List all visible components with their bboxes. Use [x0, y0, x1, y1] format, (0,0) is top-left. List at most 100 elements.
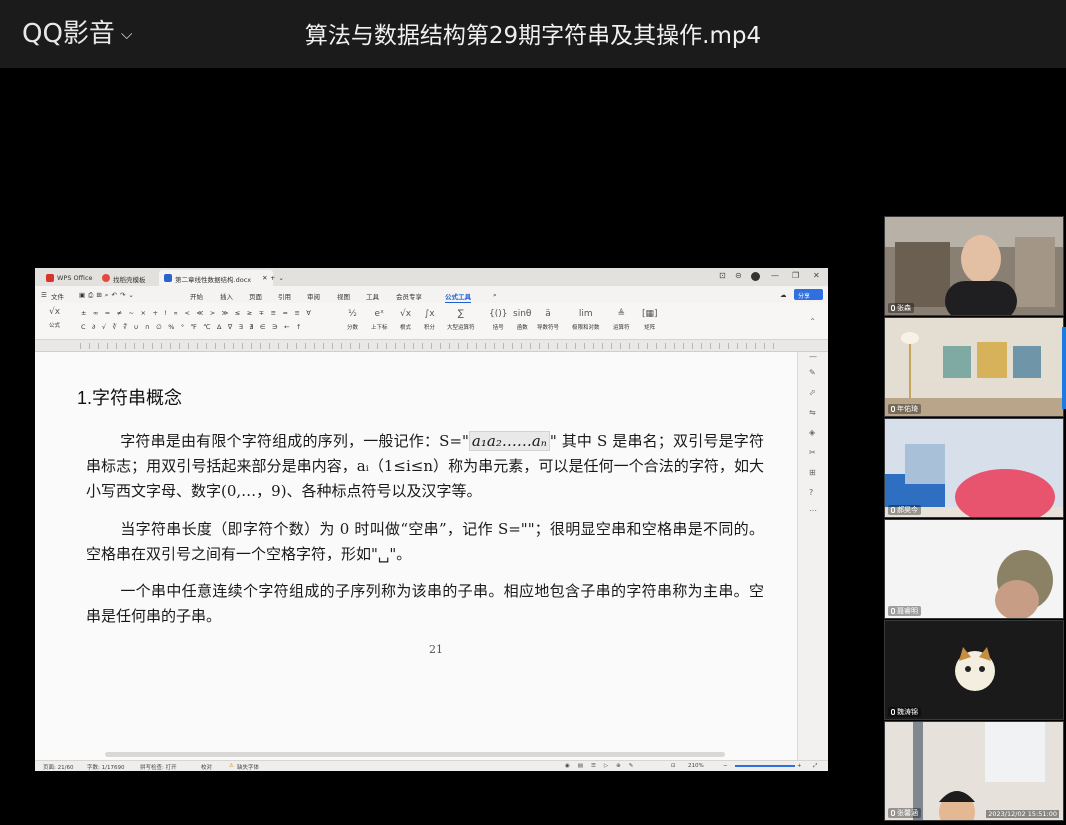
search-icon[interactable]: ⌕	[493, 291, 497, 300]
ribbon-fraction[interactable]: ½ 分数	[347, 309, 358, 331]
wps-window: WPS Office 找稻壳模板 第二章线性数据结构.docx ✕ + ⌄ ⊡ …	[35, 268, 828, 771]
participant-tile[interactable]: 魏涛锦	[884, 620, 1064, 720]
maximize-icon[interactable]: ❐	[792, 271, 799, 280]
menu-home[interactable]: 开始	[190, 291, 203, 301]
tools-icon[interactable]: ✂	[809, 448, 816, 457]
symbol-row-1[interactable]: ± ∞ = ≠ ~ × + ! ∝ < ≪ > ≫ ≤ ≥ ∓ ≅ ≈ ≡ ∀	[81, 309, 313, 317]
quick-access-icons[interactable]: ▣⎙⊞⌕↶↷⌄	[79, 291, 137, 300]
participant-tile[interactable]: 年佑琦	[884, 317, 1064, 417]
menu-reference[interactable]: 引用	[278, 291, 291, 301]
name-text: 郝昊今	[897, 506, 918, 514]
word-count[interactable]: 字数: 1/17690	[87, 763, 124, 771]
player-title-bar: QQ影音 ⌵ 算法与数据结构第29期字符串及其操作.mp4	[0, 0, 1066, 68]
formula-icon: √x	[49, 307, 61, 317]
participant-name: 聂睿明	[888, 606, 921, 616]
ribbon-limit[interactable]: lim 极限和对数	[572, 309, 600, 331]
zoom-in-icon[interactable]: +	[797, 763, 802, 769]
participant-tile[interactable]: 张森	[884, 216, 1064, 316]
menu-insert[interactable]: 插入	[220, 291, 233, 301]
menu-tools[interactable]: 工具	[366, 291, 379, 301]
hamburger-icon[interactable]: ☰	[41, 291, 47, 299]
menu-review[interactable]: 审阅	[307, 291, 320, 301]
fit-icon[interactable]: ⊡	[671, 763, 676, 769]
proofread[interactable]: 校对	[201, 763, 212, 771]
minimize-icon[interactable]: —	[771, 271, 779, 280]
zoom-out-icon[interactable]: −	[723, 763, 728, 769]
participant-avatar	[885, 621, 1063, 719]
tab-wps-office[interactable]: WPS Office	[41, 270, 98, 286]
ribbon-label: 大型运算符	[447, 325, 475, 331]
ribbon-bracket[interactable]: {()} 括号	[489, 309, 507, 331]
menu-view[interactable]: 视图	[337, 291, 350, 301]
document-page[interactable]: 1.字符串概念 字符串是由有限个字符组成的序列，一般记作：S=" a₁a₂……aₙ…	[35, 352, 797, 760]
share-button[interactable]: 分享	[794, 289, 823, 300]
fullscreen-icon[interactable]: ⤢	[813, 763, 817, 770]
cloud-icon[interactable]: ☁	[780, 291, 787, 299]
menu-file[interactable]: 文件	[51, 291, 64, 301]
tab-label: WPS Office	[57, 274, 93, 282]
spell-check[interactable]: 拼写检查: 打开	[140, 763, 177, 771]
menu-formula-tools[interactable]: 公式工具	[445, 291, 471, 303]
paragraph-3: 一个串中任意连续个字符组成的子序列称为该串的子串。相应地包含子串的字符串称为主串…	[86, 579, 764, 629]
close-icon[interactable]: ✕	[813, 271, 820, 280]
wps-tab-bar: WPS Office 找稻壳模板 第二章线性数据结构.docx ✕ + ⌄ ⊡ …	[35, 268, 828, 286]
zoom-level[interactable]: 210%	[688, 763, 704, 769]
view-mode-icons[interactable]: ◉▤☰▷⊕✎	[565, 763, 641, 769]
participant-tile[interactable]: 郝昊今	[884, 418, 1064, 518]
ribbon-integral[interactable]: ∫x 积分	[424, 309, 435, 331]
collapse-ribbon-icon[interactable]: ⌃	[809, 317, 816, 326]
paragraph-2: 当字符串长度（即字符个数）为 0 时叫做“空串”，记作 S=""；很明显空串和空…	[86, 517, 764, 567]
mic-icon	[891, 406, 895, 412]
formula-object[interactable]: a₁a₂……aₙ	[468, 431, 550, 451]
zoom-slider[interactable]	[735, 765, 795, 767]
tab-template[interactable]: 找稻壳模板	[97, 270, 151, 286]
help-icon[interactable]: ?	[809, 488, 813, 497]
adjust-icon[interactable]: ⇋	[809, 408, 816, 417]
pen-icon[interactable]: ✎	[809, 368, 816, 377]
tab-label: 第二章线性数据结构.docx	[175, 276, 252, 284]
collapse-icon[interactable]: —	[809, 352, 817, 361]
horizontal-scrollbar[interactable]	[105, 752, 725, 757]
para2-text: 当字符串长度（即字符个数）为 0 时叫做“空串”，记作 S=""；很明显空串和空…	[86, 520, 764, 563]
ribbon-label: 运算符	[613, 325, 630, 331]
ribbon-radical[interactable]: √x 根式	[400, 309, 411, 331]
formula-label: 公式	[49, 323, 61, 329]
symbol-row-2[interactable]: C ∂ √ ∛ ∜ ∪ ∩ ∅ % ° ℉ ℃ Δ ∇ ∃ ∄ ∈ ∋ ← ↑	[81, 323, 304, 331]
avatar[interactable]	[751, 272, 760, 281]
ribbon-label: 分数	[347, 325, 359, 331]
menu-member[interactable]: 会员专享	[396, 291, 422, 301]
more-icon[interactable]: ⋯	[809, 506, 817, 515]
participant-name: 年佑琦	[888, 404, 921, 414]
ribbon-matrix[interactable]: [▦] 矩阵	[642, 309, 658, 331]
ribbon-label: 导数符号	[537, 325, 560, 331]
menu-page[interactable]: 页面	[249, 291, 262, 301]
missing-font[interactable]: 缺失字体	[237, 763, 259, 771]
ribbon-large-operator[interactable]: ∑ 大型运算符	[447, 309, 475, 331]
mic-icon	[891, 810, 895, 816]
ribbon-operator[interactable]: ≜ 运算符	[613, 309, 630, 331]
participant-tile[interactable]: 聂睿明	[884, 519, 1064, 619]
participant-video	[885, 722, 1063, 820]
grid-icon[interactable]: ⊞	[809, 468, 816, 477]
shape-icon[interactable]: ◈	[809, 428, 815, 437]
new-tab-button[interactable]: + ⌄	[265, 270, 289, 286]
participant-tile[interactable]: 张馨涵 2023/12/02 15:51:00	[884, 721, 1064, 821]
formula-button[interactable]: √x 公式	[49, 307, 60, 329]
ribbon-label: 矩阵	[644, 325, 656, 331]
layout-icon[interactable]: ⊡	[719, 271, 726, 280]
wps-logo-icon	[46, 274, 54, 282]
timestamp: 2023/12/02 15:51:00	[986, 810, 1059, 818]
function-icon: sinθ	[513, 309, 532, 319]
ribbon-label: 极限和对数	[572, 325, 600, 331]
participant-video	[885, 318, 1063, 416]
tab-document[interactable]: 第二章线性数据结构.docx ✕	[159, 270, 273, 286]
share-label: 分享	[798, 293, 811, 300]
page-indicator[interactable]: 页面: 21/60	[43, 763, 73, 771]
ribbon-script[interactable]: eˣ 上下标	[371, 309, 388, 331]
select-icon[interactable]: ⬀	[809, 388, 816, 397]
skin-icon[interactable]: ⊝	[735, 271, 742, 280]
ribbon-function[interactable]: sinθ 函数	[513, 309, 531, 331]
ribbon-accent[interactable]: ä 导数符号	[537, 309, 559, 331]
matrix-icon: [▦]	[642, 309, 658, 319]
scroll-indicator[interactable]	[1062, 327, 1066, 409]
